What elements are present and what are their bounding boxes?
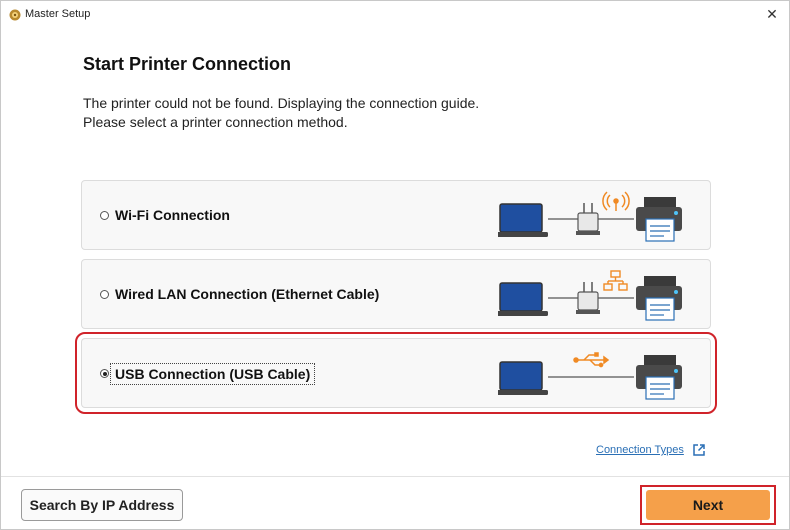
printer-icon [636,197,682,242]
title-bar: Master Setup ✕ [1,1,789,29]
app-icon [9,9,21,21]
printer-icon [636,276,682,321]
connection-types-row: Connection Types [596,443,706,457]
printer-icon [636,355,682,400]
radio-wifi[interactable] [100,211,109,220]
description-line-1: The printer could not be found. Displayi… [83,95,480,111]
radio-usb[interactable] [100,369,109,378]
close-button[interactable]: ✕ [757,2,787,26]
laptop-icon [498,282,548,316]
master-setup-window: Master Setup ✕ Start Printer Connection … [0,0,790,530]
router-icon [576,203,600,235]
usb-connection-illustration [498,352,682,400]
lan-network-icon [603,270,628,291]
option-wifi-connection[interactable]: Wi-Fi Connection [81,180,711,250]
radio-wired-lan[interactable] [100,290,109,299]
laptop-icon [498,361,548,395]
wifi-connection-illustration [498,191,682,242]
window-title: Master Setup [25,8,91,20]
option-label-usb: USB Connection (USB Cable) [110,363,316,385]
page-description: The printer could not be found. Displayi… [83,94,479,132]
close-icon: ✕ [766,5,778,22]
external-link-icon[interactable] [692,443,706,457]
search-by-ip-button[interactable]: Search By IP Address [21,489,183,521]
next-button-highlight: Next [640,485,776,525]
usb-icon [573,352,610,368]
page-title: Start Printer Connection [83,54,292,74]
wired-lan-connection-illustration [498,270,682,321]
laptop-icon [498,203,548,237]
option-usb-connection[interactable]: USB Connection (USB Cable) [75,332,717,414]
connection-types-link[interactable]: Connection Types [596,444,684,456]
next-button[interactable]: Next [646,490,770,520]
option-wired-lan-connection[interactable]: Wired LAN Connection (Ethernet Cable) [81,259,711,329]
option-label-wired-lan: Wired LAN Connection (Ethernet Cable) [115,286,380,302]
router-icon [576,282,600,314]
description-line-2: Please select a printer connection metho… [83,114,348,130]
option-label-wifi: Wi-Fi Connection [115,207,230,223]
wifi-router-icon [602,191,630,211]
footer-divider [1,476,789,477]
